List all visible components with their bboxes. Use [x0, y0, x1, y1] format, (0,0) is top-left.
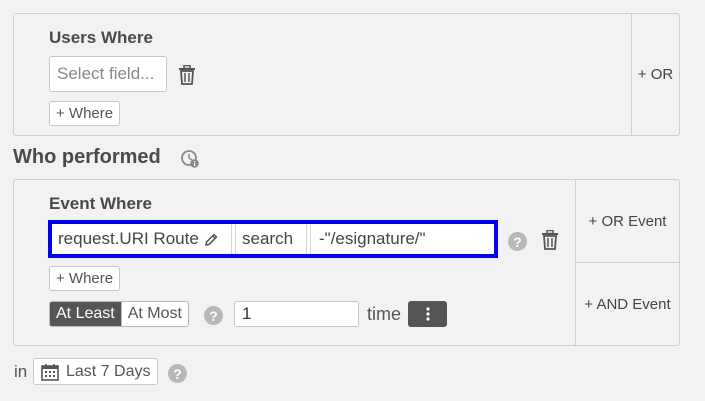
and-event-button[interactable]: + AND Event	[576, 263, 679, 345]
frequency-toggle: At Least At Most	[49, 301, 189, 327]
property-label: request.URI Route	[58, 229, 199, 248]
select-field-placeholder: Select field...	[57, 64, 155, 83]
users-where-panel: Users Where Select field... + Where + OR	[13, 13, 680, 136]
event-filter-row: request.URI Route search -"/esignature/"	[48, 220, 498, 258]
value-text: -"/esignature/"	[319, 229, 426, 248]
or-event-button[interactable]: + OR Event	[576, 180, 679, 263]
at-least-option[interactable]: At Least	[50, 302, 121, 326]
who-performed-title: Who performed	[13, 146, 161, 168]
add-event-where-button[interactable]: + Where	[49, 266, 121, 291]
count-value: 1	[242, 304, 252, 323]
trash-icon[interactable]	[540, 229, 560, 251]
users-where-title: Users Where	[49, 28, 153, 47]
at-most-option[interactable]: At Most	[120, 302, 188, 326]
question-circle-icon[interactable]: ?	[508, 232, 527, 251]
event-where-panel: Event Where request.URI Route search -"/…	[13, 179, 680, 346]
trash-icon[interactable]	[177, 64, 197, 86]
kebab-vertical-icon	[425, 307, 430, 321]
question-circle-icon[interactable]: ?	[168, 364, 187, 383]
operator-selector[interactable]: search	[235, 224, 307, 254]
add-where-button[interactable]: + Where	[49, 101, 121, 126]
event-logic-column: + OR Event + AND Event	[575, 180, 679, 345]
operator-label: search	[242, 229, 294, 248]
or-button[interactable]: + OR	[632, 14, 679, 135]
property-selector[interactable]: request.URI Route	[52, 224, 232, 254]
date-range-button[interactable]: Last 7 Days	[33, 358, 159, 385]
select-field-input[interactable]: Select field...	[49, 56, 167, 92]
users-or-column: + OR	[631, 14, 679, 135]
value-input[interactable]: -"/esignature/"	[310, 224, 492, 254]
clock-info-icon	[180, 149, 200, 169]
count-input[interactable]: 1	[234, 301, 359, 327]
question-circle-icon[interactable]: ?	[204, 306, 223, 325]
calendar-icon	[41, 363, 59, 381]
date-range-label: Last 7 Days	[66, 362, 151, 380]
pencil-icon	[204, 232, 218, 246]
event-where-title: Event Where	[49, 194, 152, 213]
in-label: in	[14, 362, 28, 381]
time-label: time	[367, 304, 402, 324]
kebab-menu-button[interactable]	[408, 301, 447, 327]
